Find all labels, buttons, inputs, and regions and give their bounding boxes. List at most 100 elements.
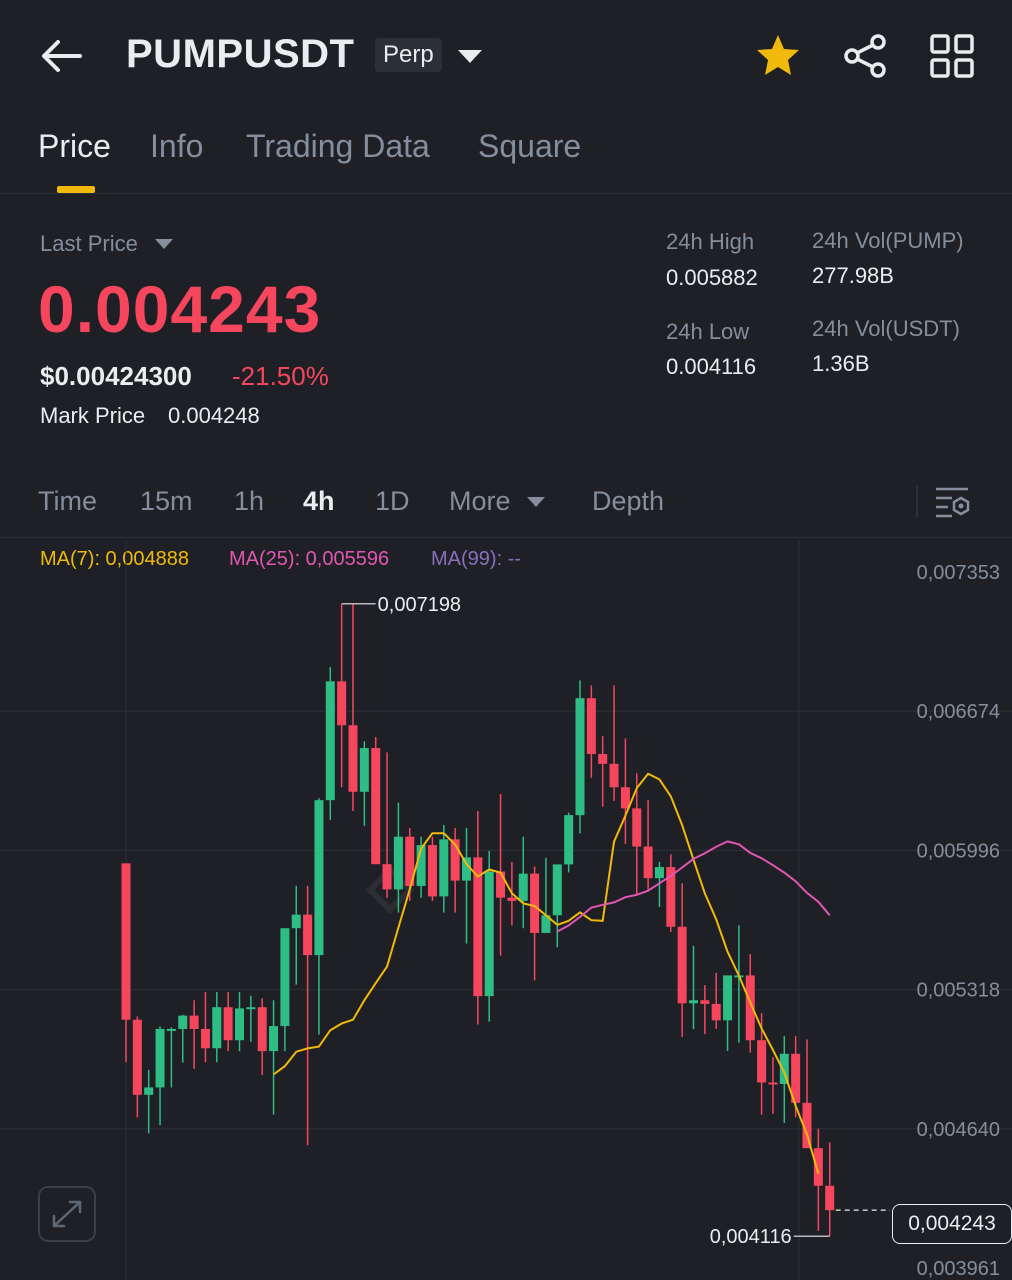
grid-menu-icon[interactable]: [928, 32, 976, 80]
mark-price-label: Mark Price: [40, 403, 146, 428]
y-tick-label: 0,003961: [917, 1258, 1000, 1280]
symbol-title[interactable]: PUMPUSDT: [126, 32, 354, 77]
chart-settings-icon[interactable]: [934, 484, 972, 520]
tab-price[interactable]: Price: [38, 128, 111, 165]
candle: [609, 685, 619, 801]
low-price-annotation: 0,004116: [710, 1226, 792, 1248]
price-change-percent: -21.50%: [232, 361, 329, 391]
high-price-annotation: 0,007198: [378, 594, 461, 616]
candle: [257, 998, 267, 1075]
candle: [427, 836, 437, 901]
candle: [178, 1014, 188, 1063]
candle: [598, 736, 608, 807]
star-icon[interactable]: [754, 32, 802, 80]
price-summary: Last Price 0.004243 $0.00424300 -21.50% …: [0, 195, 1012, 455]
candle: [303, 885, 313, 1146]
interval-depth[interactable]: Depth: [592, 486, 664, 517]
candle: [620, 738, 630, 844]
more-caret-icon[interactable]: [526, 495, 546, 509]
candle: [768, 1057, 778, 1114]
vol-quote-value: 1.36B: [812, 351, 870, 376]
low-24h-value: 0.004116: [666, 354, 757, 379]
candle: [643, 799, 653, 890]
interval-more[interactable]: More: [449, 486, 511, 517]
y-tick-label: 0,005318: [917, 980, 1000, 1002]
ma25-line: [556, 840, 831, 933]
candle: [723, 975, 733, 1051]
candle: [564, 812, 574, 873]
top-bar: PUMPUSDT Perp: [0, 0, 1012, 110]
back-arrow-icon[interactable]: [36, 34, 86, 78]
candle: [155, 1026, 165, 1126]
candle: [166, 1027, 176, 1088]
interval-bar: Time 15m 1h 4h 1D More Depth: [0, 470, 1012, 538]
candlestick-chart[interactable]: 0,007198 0,004116 0,007353 0,006674 0,00599…: [0, 540, 1012, 1280]
usd-price-value: $0.00424300: [40, 361, 192, 391]
candle: [575, 680, 585, 834]
vol-quote-label: 24h Vol(USDT): [812, 316, 960, 341]
candle: [382, 752, 392, 898]
candle: [246, 995, 256, 1042]
last-price-value: 0.004243: [38, 272, 322, 346]
y-tick-label: 0,004640: [917, 1119, 1000, 1141]
candle: [121, 863, 131, 1063]
candle: [632, 773, 642, 895]
low-24h-label: 24h Low: [666, 319, 750, 344]
interval-15m[interactable]: 15m: [140, 486, 193, 517]
candle: [586, 685, 596, 778]
candle: [359, 741, 369, 826]
mark-price-value: 0.004248: [168, 403, 260, 428]
chart-canvas: 0,007198 0,004116 0,007353 0,006674 0,00599…: [0, 540, 1012, 1280]
candle: [541, 857, 551, 933]
current-price-label: 0,004243: [892, 1204, 1012, 1244]
vol-base-label: 24h Vol(PUMP): [812, 228, 964, 253]
interval-1h[interactable]: 1h: [234, 486, 264, 517]
candle: [711, 972, 721, 1029]
candle: [144, 1069, 154, 1134]
last-price-label[interactable]: Last Price: [40, 231, 138, 257]
candle: [280, 928, 290, 1052]
last-price-dropdown-icon[interactable]: [154, 237, 174, 251]
candle: [132, 1016, 142, 1118]
candle: [269, 1000, 279, 1115]
interval-divider: [916, 486, 918, 518]
candle: [200, 992, 210, 1063]
dropdown-caret-icon[interactable]: [456, 46, 484, 66]
candle: [235, 992, 244, 1052]
expand-chart-button[interactable]: [38, 1186, 96, 1242]
candle: [484, 851, 494, 1022]
candle: [473, 811, 483, 1025]
candle: [552, 864, 562, 948]
candle: [291, 885, 301, 985]
candle: [462, 828, 471, 944]
candle: [314, 798, 324, 1035]
candle: [212, 992, 222, 1063]
interval-4h[interactable]: 4h: [303, 486, 335, 517]
tab-info[interactable]: Info: [150, 128, 203, 165]
y-tick-label: 0,005996: [917, 840, 1000, 862]
contract-type-badge: Perp: [375, 38, 442, 72]
interval-1d[interactable]: 1D: [375, 486, 410, 517]
candle: [371, 736, 381, 865]
interval-time[interactable]: Time: [38, 486, 97, 517]
tab-square[interactable]: Square: [478, 128, 581, 165]
active-tab-indicator: [57, 186, 95, 193]
high-24h-label: 24h High: [666, 229, 755, 254]
candle: [337, 603, 347, 788]
expand-icon: [52, 1200, 82, 1228]
candle: [348, 603, 358, 812]
candle: [825, 1142, 835, 1237]
tab-trading-data[interactable]: Trading Data: [246, 128, 430, 165]
vol-base-value: 277.98B: [812, 263, 894, 288]
high-24h-value: 0.005882: [666, 265, 758, 290]
candle: [189, 1000, 199, 1069]
y-tick-label: 0,007353: [917, 562, 1000, 584]
share-icon[interactable]: [840, 32, 890, 80]
candle: [813, 1128, 823, 1231]
candle: [439, 824, 449, 913]
ma7-line: [272, 772, 820, 1175]
candle: [530, 866, 540, 981]
candle: [677, 883, 687, 1038]
candle: [496, 794, 506, 956]
candle: [325, 667, 335, 820]
